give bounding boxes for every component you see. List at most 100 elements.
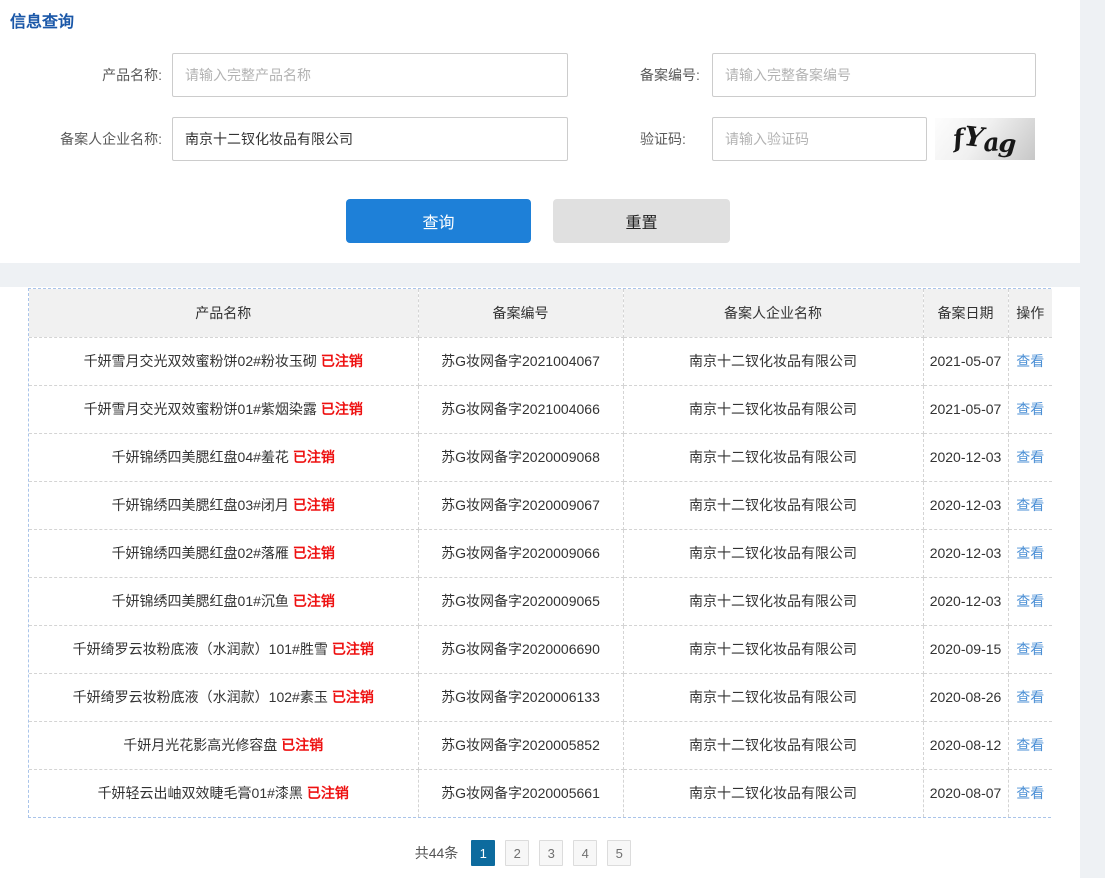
filing-number-cell: 苏G妆网备字2020009068 <box>418 433 623 481</box>
captcha-input[interactable] <box>712 117 927 161</box>
page-button-2[interactable]: 2 <box>505 840 529 866</box>
status-badge: 已注销 <box>321 353 363 369</box>
status-badge: 已注销 <box>332 689 374 705</box>
table-header-row: 产品名称 备案编号 备案人企业名称 备案日期 操作 <box>29 289 1052 337</box>
filing-number-input[interactable] <box>712 53 1036 97</box>
captcha-char: g <box>998 128 1018 158</box>
product-cell: 千妍月光花影高光修容盘已注销 <box>29 721 418 769</box>
filing-number-label: 备案编号: <box>640 53 700 97</box>
operation-cell: 查看 <box>1008 673 1052 721</box>
view-link[interactable]: 查看 <box>1016 785 1044 801</box>
date-cell: 2020-12-03 <box>923 577 1008 625</box>
filing-number-cell: 苏G妆网备字2020009065 <box>418 577 623 625</box>
table-row: 千妍锦绣四美腮红盘03#闭月已注销苏G妆网备字2020009067南京十二钗化妆… <box>29 481 1052 529</box>
company-name-label: 备案人企业名称: <box>20 117 162 161</box>
page-button-4[interactable]: 4 <box>573 840 597 866</box>
date-cell: 2020-12-03 <box>923 433 1008 481</box>
header-company-name: 备案人企业名称 <box>623 289 923 337</box>
status-badge: 已注销 <box>332 641 374 657</box>
product-cell: 千妍绮罗云妆粉底液（水润款）101#胜雪已注销 <box>29 625 418 673</box>
view-link[interactable]: 查看 <box>1016 353 1044 369</box>
page-title: 信息查询 <box>10 8 74 32</box>
operation-cell: 查看 <box>1008 385 1052 433</box>
status-badge: 已注销 <box>321 401 363 417</box>
date-cell: 2020-12-03 <box>923 529 1008 577</box>
company-cell: 南京十二钗化妆品有限公司 <box>623 481 923 529</box>
operation-cell: 查看 <box>1008 769 1052 817</box>
header-filing-number: 备案编号 <box>418 289 623 337</box>
company-cell: 南京十二钗化妆品有限公司 <box>623 337 923 385</box>
status-badge: 已注销 <box>293 545 335 561</box>
table-row: 千妍锦绣四美腮红盘04#羞花已注销苏G妆网备字2020009068南京十二钗化妆… <box>29 433 1052 481</box>
filing-number-cell: 苏G妆网备字2020006133 <box>418 673 623 721</box>
table-row: 千妍锦绣四美腮红盘01#沉鱼已注销苏G妆网备字2020009065南京十二钗化妆… <box>29 577 1052 625</box>
view-link[interactable]: 查看 <box>1016 401 1044 417</box>
operation-cell: 查看 <box>1008 481 1052 529</box>
view-link[interactable]: 查看 <box>1016 545 1044 561</box>
header-operation: 操作 <box>1008 289 1052 337</box>
company-cell: 南京十二钗化妆品有限公司 <box>623 529 923 577</box>
view-link[interactable]: 查看 <box>1016 593 1044 609</box>
query-button[interactable]: 查询 <box>346 199 531 243</box>
date-cell: 2020-08-12 <box>923 721 1008 769</box>
filing-number-cell: 苏G妆网备字2021004067 <box>418 337 623 385</box>
company-cell: 南京十二钗化妆品有限公司 <box>623 625 923 673</box>
product-name: 千妍雪月交光双效蜜粉饼02#粉妆玉砌 <box>84 353 317 369</box>
operation-cell: 查看 <box>1008 721 1052 769</box>
table-row: 千妍雪月交光双效蜜粉饼02#粉妆玉砌已注销 苏G妆网备字2021004067南京十… <box>29 337 1052 385</box>
product-name: 千妍绮罗云妆粉底液（水润款）101#胜雪 <box>73 641 328 657</box>
search-section: 信息查询 产品名称: 备案编号: 备案人企业名称: 验证码: fYag 查询 重… <box>0 0 1080 263</box>
product-name-input[interactable] <box>172 53 568 97</box>
pagination-pages: 12345 <box>466 840 636 866</box>
status-badge: 已注销 <box>293 449 335 465</box>
status-badge: 已注销 <box>281 737 323 753</box>
view-link[interactable]: 查看 <box>1016 497 1044 513</box>
pagination: 共44条 12345 <box>0 840 1051 866</box>
page-button-3[interactable]: 3 <box>539 840 563 866</box>
date-cell: 2021-05-07 <box>923 337 1008 385</box>
company-cell: 南京十二钗化妆品有限公司 <box>623 385 923 433</box>
captcha-image[interactable]: fYag <box>935 118 1035 160</box>
company-name-input[interactable] <box>172 117 568 161</box>
date-cell: 2020-08-07 <box>923 769 1008 817</box>
product-name: 千妍雪月交光双效蜜粉饼01#紫烟染露 <box>84 401 317 417</box>
view-link[interactable]: 查看 <box>1016 449 1044 465</box>
filing-number-cell: 苏G妆网备字2020009067 <box>418 481 623 529</box>
operation-cell: 查看 <box>1008 529 1052 577</box>
filing-number-cell: 苏G妆网备字2020006690 <box>418 625 623 673</box>
company-cell: 南京十二钗化妆品有限公司 <box>623 433 923 481</box>
company-cell: 南京十二钗化妆品有限公司 <box>623 769 923 817</box>
table-row: 千妍绮罗云妆粉底液（水润款）101#胜雪已注销苏G妆网备字2020006690南… <box>29 625 1052 673</box>
table-row: 千妍锦绣四美腮红盘02#落雁已注销苏G妆网备字2020009066南京十二钗化妆… <box>29 529 1052 577</box>
date-cell: 2020-09-15 <box>923 625 1008 673</box>
captcha-char: Y <box>963 121 985 154</box>
product-cell: 千妍雪月交光双效蜜粉饼01#紫烟染露已注销 <box>29 385 418 433</box>
status-badge: 已注销 <box>293 593 335 609</box>
date-cell: 2020-08-26 <box>923 673 1008 721</box>
product-name: 千妍锦绣四美腮红盘03#闭月 <box>112 497 289 513</box>
operation-cell: 查看 <box>1008 577 1052 625</box>
view-link[interactable]: 查看 <box>1016 641 1044 657</box>
product-cell: 千妍轻云出岫双效睫毛膏01#漆黑已注销 <box>29 769 418 817</box>
table-row: 千妍绮罗云妆粉底液（水润款）102#素玉已注销苏G妆网备字2020006133南… <box>29 673 1052 721</box>
page-button-5[interactable]: 5 <box>607 840 631 866</box>
product-cell: 千妍锦绣四美腮红盘02#落雁已注销 <box>29 529 418 577</box>
page-button-1[interactable]: 1 <box>471 840 495 866</box>
date-cell: 2021-05-07 <box>923 385 1008 433</box>
product-name: 千妍锦绣四美腮红盘01#沉鱼 <box>112 593 289 609</box>
company-cell: 南京十二钗化妆品有限公司 <box>623 721 923 769</box>
table-row: 千妍月光花影高光修容盘已注销苏G妆网备字2020005852南京十二钗化妆品有限… <box>29 721 1052 769</box>
product-cell: 千妍锦绣四美腮红盘01#沉鱼已注销 <box>29 577 418 625</box>
header-product-name: 产品名称 <box>29 289 418 337</box>
operation-cell: 查看 <box>1008 625 1052 673</box>
view-link[interactable]: 查看 <box>1016 689 1044 705</box>
results-section: 产品名称 备案编号 备案人企业名称 备案日期 操作 千妍雪月交光双效蜜粉饼02#… <box>0 287 1080 878</box>
results-table: 产品名称 备案编号 备案人企业名称 备案日期 操作 千妍雪月交光双效蜜粉饼02#… <box>28 288 1051 818</box>
product-name: 千妍锦绣四美腮红盘02#落雁 <box>112 545 289 561</box>
reset-button[interactable]: 重置 <box>553 199 730 243</box>
captcha-label: 验证码: <box>640 117 686 161</box>
view-link[interactable]: 查看 <box>1016 737 1044 753</box>
product-name: 千妍轻云出岫双效睫毛膏01#漆黑 <box>98 785 303 801</box>
company-cell: 南京十二钗化妆品有限公司 <box>623 577 923 625</box>
filing-number-cell: 苏G妆网备字2020009066 <box>418 529 623 577</box>
